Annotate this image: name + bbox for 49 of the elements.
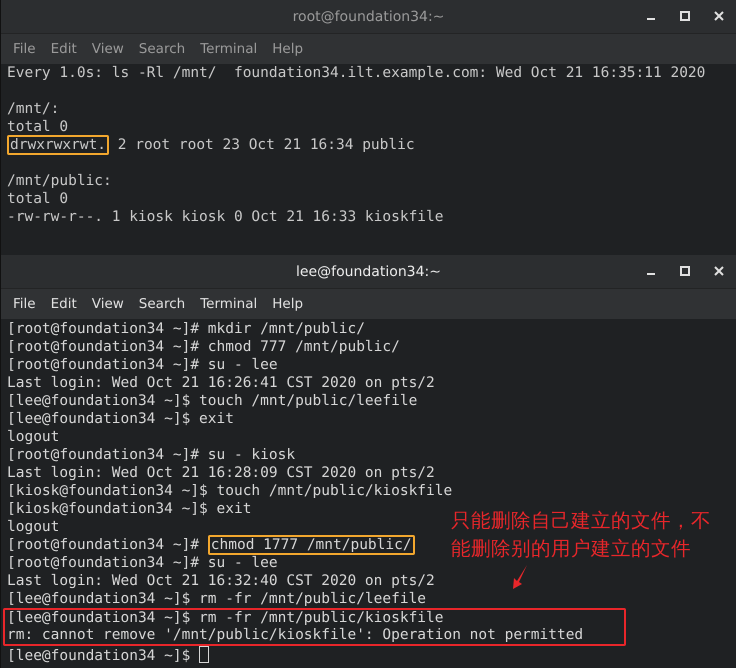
menu-item[interactable]: Search (138, 296, 186, 312)
menu-item[interactable]: Edit (50, 41, 77, 57)
terminal-text: /mnt/: (7, 101, 60, 117)
close-icon[interactable] (714, 266, 724, 276)
terminal-text: [root@foundation34 ~]# su - lee (7, 555, 278, 571)
highlighted-text: chmod 1777 /mnt/public/ (208, 535, 415, 555)
terminal-text: [lee@foundation34 ~]$ rm -fr /mnt/public/leefile (7, 591, 426, 607)
menu-item[interactable]: Help (272, 41, 304, 57)
terminal-text: [lee@foundation34 ~]$ rm -fr /mnt/public/kioskfile (7, 610, 444, 626)
close-icon[interactable] (714, 11, 724, 21)
highlighted-text: drwxrwxrwt. (7, 135, 110, 155)
terminal-text: Last login: Wed Oct 21 16:28:09 CST 2020 on pts/2 (7, 465, 435, 481)
window-title: lee@foundation34:~ (296, 264, 441, 280)
terminal-text: 2 root root 23 Oct 21 16:34 public (116, 137, 415, 153)
maximize-icon[interactable] (680, 266, 690, 276)
maximize-icon[interactable] (680, 11, 690, 21)
text-cursor (199, 646, 210, 663)
terminal-text: [lee@foundation34 ~]$ exit (7, 411, 234, 427)
menu-item[interactable]: View (92, 41, 124, 57)
terminal-text: [kiosk@foundation34 ~]$ touch /mnt/public/kioskfile (7, 483, 452, 499)
menu-item[interactable]: Edit (50, 296, 77, 312)
terminal-prompt: [lee@foundation34 ~]$ (7, 648, 192, 664)
menu-item[interactable]: Terminal (200, 296, 258, 312)
terminal-text: Last login: Wed Oct 21 16:26:41 CST 2020 on pts/2 (7, 375, 435, 391)
terminal-text: rm: cannot remove '/mnt/public/kioskfile': Operation not permitted (7, 627, 584, 643)
menu-item[interactable]: File (13, 41, 36, 57)
arrow-icon (511, 564, 529, 590)
annotation-text: 只能删除自己建立的文件，不能删除别的用户建立的文件 (451, 508, 712, 562)
terminal-text: [kiosk@foundation34 ~]$ exit (7, 501, 252, 517)
terminal-text: total 0 (7, 191, 68, 207)
terminal-text: logout (7, 429, 60, 445)
terminal-text: [root@foundation34 ~]# (7, 537, 200, 553)
terminal-text: Every 1.0s: ls -Rl /mnt/ foundation34.ilt.example.com: Wed Oct 21 16:35:11 2020 (7, 65, 706, 81)
terminal-text: [root@foundation34 ~]# mkdir /mnt/public/ (7, 321, 365, 337)
menu-item[interactable]: View (92, 296, 124, 312)
menu-item[interactable]: Search (138, 41, 186, 57)
terminal-text: total 0 (7, 119, 68, 135)
menu-item[interactable]: File (13, 296, 36, 312)
window-title: root@foundation34:~ (292, 8, 444, 24)
terminal-text: [root@foundation34 ~]# su - kiosk (7, 447, 296, 463)
menu-item[interactable]: Help (272, 296, 304, 312)
terminal-text: logout (7, 519, 60, 535)
terminal-text: Last login: Wed Oct 21 16:32:40 CST 2020 on pts/2 (7, 573, 435, 589)
terminal-text: [lee@foundation34 ~]$ touch /mnt/public/leefile (7, 393, 418, 409)
terminal-text: /mnt/public: (7, 173, 112, 189)
terminal-text: [root@foundation34 ~]# su - lee (7, 357, 278, 373)
terminal-text: -rw-rw-r--. 1 kiosk kiosk 0 Oct 21 16:33 kioskfile (7, 209, 444, 225)
terminal-text: [root@foundation34 ~]# chmod 777 /mnt/public/ (7, 339, 400, 355)
menu-item[interactable]: Terminal (200, 41, 258, 57)
